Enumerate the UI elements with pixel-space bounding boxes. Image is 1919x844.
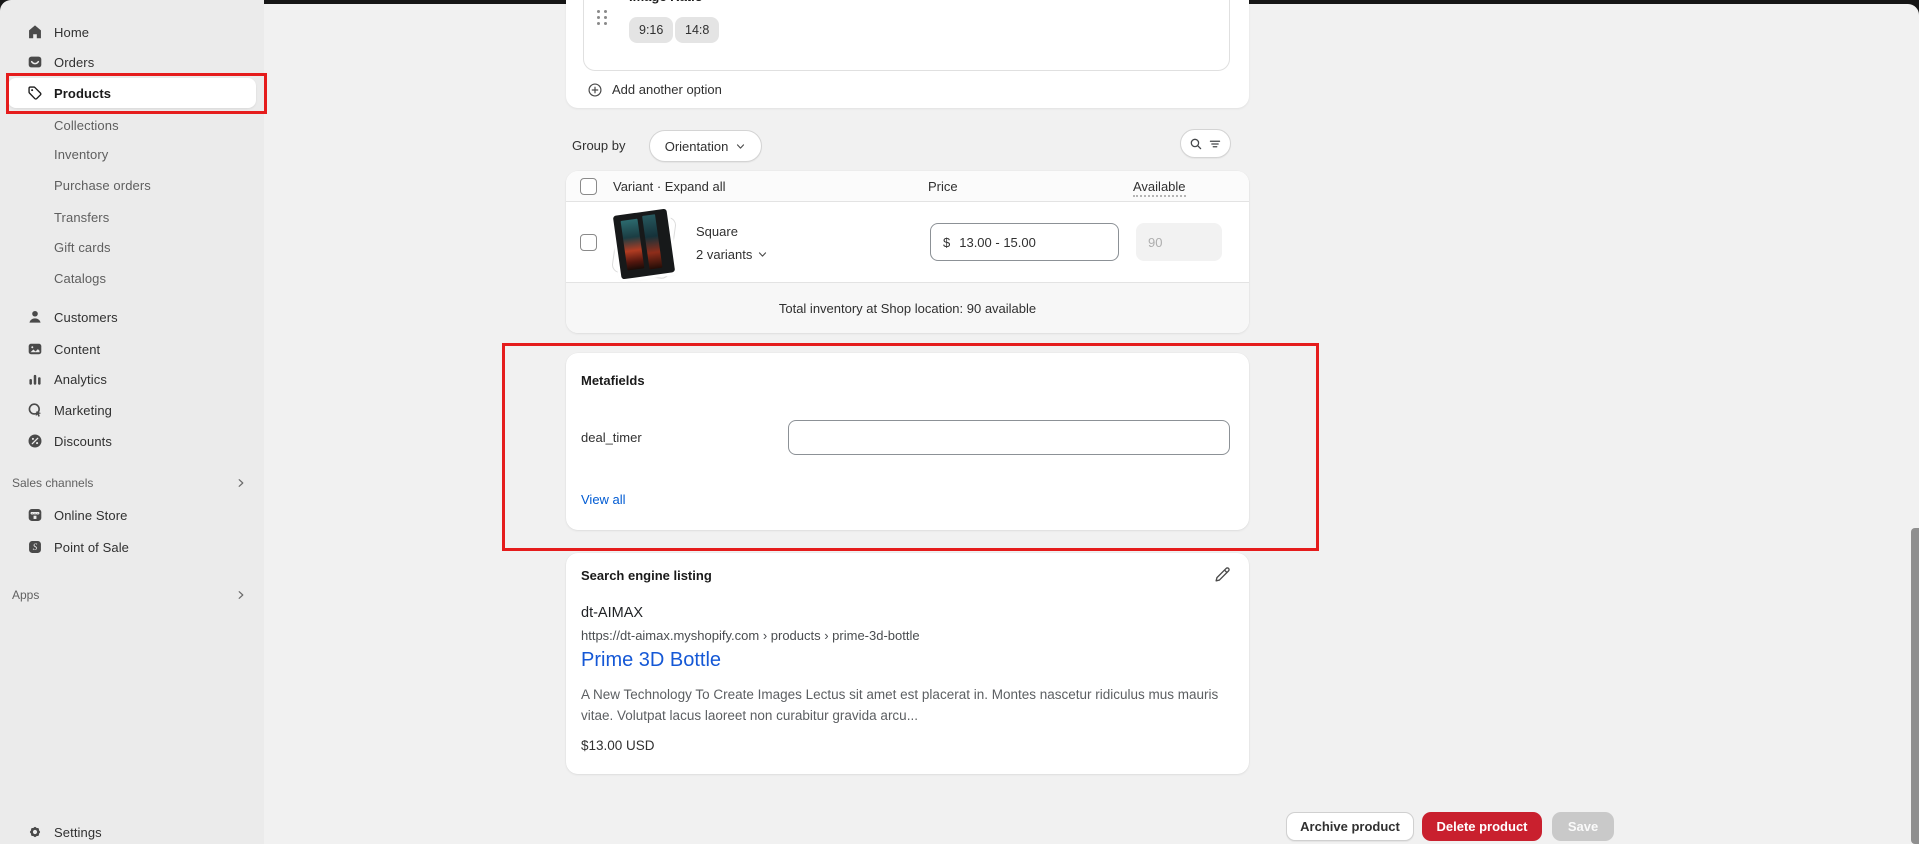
delete-product-button[interactable]: Delete product: [1422, 812, 1542, 841]
sidebar-item-products[interactable]: Products: [8, 78, 256, 108]
metafield-deal-timer-input[interactable]: [788, 420, 1230, 455]
analytics-icon: [25, 369, 45, 389]
apps-header: Apps: [12, 588, 39, 602]
sidebar-item-purchase-orders[interactable]: Purchase orders: [8, 170, 256, 200]
search-icon: [1189, 137, 1203, 151]
chevron-down-icon: [735, 141, 746, 152]
sidebar-item-gift-cards[interactable]: Gift cards: [8, 232, 256, 262]
sales-channels-header: Sales channels: [12, 476, 93, 490]
svg-text:S: S: [33, 542, 38, 552]
edit-pencil-icon[interactable]: [1213, 566, 1231, 584]
sidebar-item-label: Products: [54, 86, 111, 101]
metafield-label: deal_timer: [581, 430, 642, 445]
gear-icon: [25, 822, 45, 842]
sidebar-item-marketing[interactable]: Marketing: [8, 395, 256, 425]
sidebar-item-orders[interactable]: Orders: [8, 47, 256, 77]
seo-site-name: dt-AIMAX: [581, 605, 643, 621]
option-value-chip[interactable]: 14:8: [675, 17, 719, 43]
sidebar-item-transfers[interactable]: Transfers: [8, 202, 256, 232]
sidebar-item-customers[interactable]: Customers: [8, 302, 256, 332]
sidebar-item-content[interactable]: Content: [8, 334, 256, 364]
available-column-header: Available: [1133, 179, 1186, 197]
discounts-icon: [25, 431, 45, 451]
variant-expand-toggle[interactable]: 2 variants: [696, 247, 768, 262]
scrollbar[interactable]: [1911, 528, 1919, 844]
variants-table-card: Variant · Expand all Price Available Squ…: [566, 171, 1249, 333]
sidebar-item-collections[interactable]: Collections: [8, 110, 256, 140]
variant-row-checkbox[interactable]: [580, 234, 597, 251]
sidebar: Home Orders Products Collections Invento…: [0, 0, 264, 844]
archive-product-button[interactable]: Archive product: [1286, 812, 1414, 841]
metafields-card: Metafields deal_timer View all: [566, 353, 1249, 530]
home-icon: [25, 22, 45, 42]
content-icon: [25, 339, 45, 359]
seo-description: A New Technology To Create Images Lectus…: [581, 684, 1233, 726]
price-input[interactable]: $ 13.00 - 15.00: [930, 223, 1119, 261]
customers-icon: [25, 307, 45, 327]
drag-handle-icon[interactable]: [597, 10, 607, 25]
option-edit-panel: Image Ratio 9:16 14:8: [583, 0, 1230, 71]
seo-url-breadcrumb: https://dt-aimax.myshopify.com › product…: [581, 628, 920, 643]
search-filter-button[interactable]: [1180, 129, 1231, 158]
variant-row: Square 2 variants $ 13.00 - 15.00 90: [566, 202, 1249, 282]
variants-table-header: Variant · Expand all Price Available: [566, 171, 1249, 202]
save-button[interactable]: Save: [1552, 812, 1614, 841]
marketing-icon: [25, 400, 45, 420]
plus-circle-icon: [587, 82, 603, 98]
chevron-right-icon[interactable]: [235, 477, 247, 489]
sidebar-item-catalogs[interactable]: Catalogs: [8, 263, 256, 293]
variant-column-header[interactable]: Variant · Expand all: [613, 179, 726, 194]
price-column-header: Price: [928, 179, 958, 194]
variant-name: Square: [696, 224, 738, 239]
metafields-title: Metafields: [581, 373, 645, 388]
sidebar-item-point-of-sale[interactable]: S Point of Sale: [8, 532, 256, 562]
app-canvas: Home Orders Products Collections Invento…: [0, 0, 1919, 844]
products-icon: [25, 83, 45, 103]
variant-options-card: Image Ratio 9:16 14:8 Add another option: [566, 0, 1249, 108]
view-all-link[interactable]: View all: [581, 492, 626, 507]
seo-card: Search engine listing dt-AIMAX https://d…: [566, 553, 1249, 774]
sidebar-item-discounts[interactable]: Discounts: [8, 426, 256, 456]
add-another-option-label: Add another option: [612, 82, 722, 97]
sidebar-item-label: Orders: [54, 55, 94, 70]
total-inventory-bar: Total inventory at Shop location: 90 ava…: [566, 282, 1249, 333]
seo-title: Search engine listing: [581, 568, 712, 583]
select-all-checkbox[interactable]: [580, 178, 597, 195]
seo-price: $13.00 USD: [581, 738, 655, 753]
variant-thumbnail[interactable]: [609, 210, 679, 280]
chevron-down-icon: [757, 249, 768, 260]
add-another-option-button[interactable]: Add another option: [566, 71, 1249, 108]
option-value-chip[interactable]: 9:16: [629, 17, 673, 43]
chevron-right-icon[interactable]: [235, 589, 247, 601]
group-by-label: Group by: [572, 138, 625, 153]
group-by-value: Orientation: [665, 139, 729, 154]
online-store-icon: [25, 505, 45, 525]
point-of-sale-icon: S: [25, 537, 45, 557]
filter-icon: [1208, 137, 1222, 151]
sidebar-item-label: Home: [54, 25, 89, 40]
orders-icon: [25, 52, 45, 72]
seo-page-title-link[interactable]: Prime 3D Bottle: [581, 649, 721, 672]
sidebar-item-analytics[interactable]: Analytics: [8, 364, 256, 394]
option-title: Image Ratio: [629, 0, 703, 4]
sidebar-item-settings[interactable]: Settings: [8, 817, 256, 844]
group-by-dropdown[interactable]: Orientation: [649, 130, 762, 162]
sidebar-item-home[interactable]: Home: [8, 17, 256, 47]
sidebar-item-inventory[interactable]: Inventory: [8, 139, 256, 169]
sidebar-item-online-store[interactable]: Online Store: [8, 500, 256, 530]
available-input[interactable]: 90: [1136, 223, 1222, 261]
